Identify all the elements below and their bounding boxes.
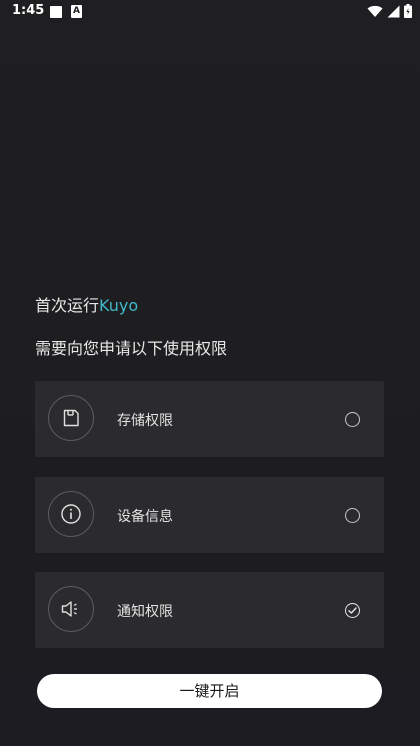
permission-request-text: 需要向您申请以下使用权限	[35, 339, 228, 358]
notification-a-icon: A	[71, 5, 82, 18]
checked-circle-icon[interactable]	[345, 603, 360, 618]
app-name: Kuyo	[99, 296, 139, 315]
permission-card-storage[interactable]: 存储权限	[35, 381, 384, 457]
storage-icon	[48, 395, 94, 441]
status-bar: 1:45 A	[0, 0, 420, 24]
welcome-heading: 首次运行Kuyo	[35, 292, 138, 316]
signal-icon	[387, 3, 400, 22]
unchecked-circle-icon[interactable]	[345, 412, 360, 427]
info-icon	[48, 491, 94, 537]
status-icons	[367, 3, 412, 22]
battery-icon	[404, 3, 412, 22]
heading-prefix: 首次运行	[35, 296, 100, 315]
permission-card-device-info[interactable]: 设备信息	[35, 477, 384, 553]
enable-all-button[interactable]: 一键开启	[37, 674, 382, 708]
permission-card-notification[interactable]: 通知权限	[35, 572, 384, 648]
permission-label: 存储权限	[117, 413, 173, 429]
permission-label: 设备信息	[117, 509, 173, 525]
wifi-icon	[367, 3, 383, 22]
status-time: 1:45	[12, 3, 45, 18]
notification-square-icon	[50, 6, 62, 18]
speaker-icon	[48, 586, 94, 632]
unchecked-circle-icon[interactable]	[345, 508, 360, 523]
permission-label: 通知权限	[117, 604, 173, 620]
